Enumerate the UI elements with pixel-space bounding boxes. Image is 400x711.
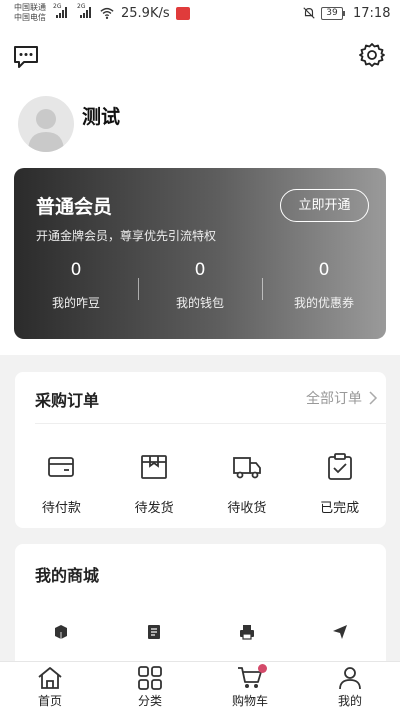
stat-beans[interactable]: 0 我的咋豆 (14, 256, 138, 316)
stat-label: 我的咋豆 (51, 296, 100, 310)
avatar[interactable] (18, 96, 74, 152)
member-description: 开通金牌会员，尊享优先引流特权 (36, 229, 217, 243)
stat-label: 我的钱包 (175, 296, 224, 310)
profile-header: 测试 普通会员 开通金牌会员，尊享优先引流特权 立即开通 0 我的咋豆 0 我的… (0, 28, 400, 355)
member-stats: 0 我的咋豆 0 我的钱包 0 我的优惠券 (14, 256, 386, 316)
all-orders-label: 全部订单 (306, 391, 362, 407)
stat-value: 0 (318, 260, 330, 280)
carrier-labels: 中国联通 中国电信 (14, 3, 46, 23)
home-icon (38, 667, 62, 689)
package-icon (141, 455, 168, 479)
send-icon (332, 625, 347, 639)
notification-app-icon (176, 7, 190, 20)
tab-cart[interactable]: 购物车 (200, 662, 300, 711)
order-pending-receipt[interactable]: 待收货 (201, 452, 294, 516)
membership-card: 普通会员 开通金牌会员，尊享优先引流特权 立即开通 0 我的咋豆 0 我的钱包 … (14, 168, 386, 339)
order-status-row: 待付款 待发货 待收货 已完成 (15, 452, 386, 516)
document-icon (148, 625, 161, 639)
wallet-icon (48, 457, 75, 477)
user-icon (339, 667, 361, 690)
status-bar: 中国联通 中国电信 2G 2G 25.9K/s 39 17:18 (0, 0, 400, 28)
tab-home[interactable]: 首页 (0, 662, 100, 711)
shop-icon-row (15, 624, 386, 644)
user-silhouette-icon (28, 109, 64, 152)
tab-label: 分类 (137, 694, 162, 708)
message-icon[interactable] (13, 44, 39, 70)
signal-2-icon (80, 7, 91, 18)
stat-label: 我的优惠券 (293, 296, 354, 310)
tab-category[interactable]: 分类 (100, 662, 200, 711)
bell-off-icon (303, 7, 315, 19)
shop-item-4[interactable] (293, 624, 386, 644)
order-pending-payment[interactable]: 待付款 (15, 452, 108, 516)
clipboard-check-icon (327, 453, 352, 480)
stat-value: 0 (70, 260, 82, 280)
shop-item-1[interactable] (15, 624, 108, 644)
member-level-title: 普通会员 (36, 196, 113, 218)
grid-icon (138, 666, 162, 690)
stat-coupons[interactable]: 0 我的优惠券 (262, 256, 386, 316)
clock: 17:18 (353, 6, 391, 21)
tab-label: 首页 (37, 694, 62, 708)
cart-badge (258, 664, 267, 673)
order-label: 待收货 (227, 501, 267, 516)
printer-icon (239, 625, 254, 640)
order-label: 待付款 (41, 501, 81, 516)
network-speed: 25.9K/s (121, 6, 170, 21)
tab-label: 购物车 (231, 694, 268, 708)
wifi-icon (100, 7, 114, 19)
username: 测试 (82, 106, 121, 128)
order-label: 已完成 (320, 501, 360, 516)
divider (35, 423, 386, 424)
gear-icon[interactable] (359, 42, 385, 68)
stat-wallet[interactable]: 0 我的钱包 (138, 256, 262, 316)
all-orders-link[interactable]: 全部订单 (306, 388, 378, 408)
stat-value: 0 (194, 260, 206, 280)
tab-label: 我的 (337, 694, 362, 708)
open-membership-button[interactable]: 立即开通 (280, 189, 369, 222)
shop-title: 我的商城 (35, 566, 100, 585)
shop-item-2[interactable] (108, 624, 201, 644)
bottom-tab-bar: 首页 分类 购物车 我的 (0, 661, 400, 711)
truck-icon (232, 457, 261, 479)
carrier-1: 中国联通 (14, 3, 46, 12)
cube-icon (55, 625, 68, 639)
tab-mine[interactable]: 我的 (300, 662, 400, 711)
battery-icon: 39 (321, 7, 345, 20)
order-pending-shipment[interactable]: 待发货 (108, 452, 201, 516)
order-completed[interactable]: 已完成 (293, 452, 386, 516)
shop-item-3[interactable] (201, 624, 294, 644)
purchase-orders-card: 采购订单 全部订单 待付款 待发货 待收货 已完成 (15, 372, 386, 528)
order-label: 待发货 (134, 501, 174, 516)
signal-1-icon (56, 7, 67, 18)
chevron-right-icon (369, 391, 378, 405)
orders-title: 采购订单 (35, 391, 100, 410)
carrier-2: 中国电信 (14, 13, 46, 22)
